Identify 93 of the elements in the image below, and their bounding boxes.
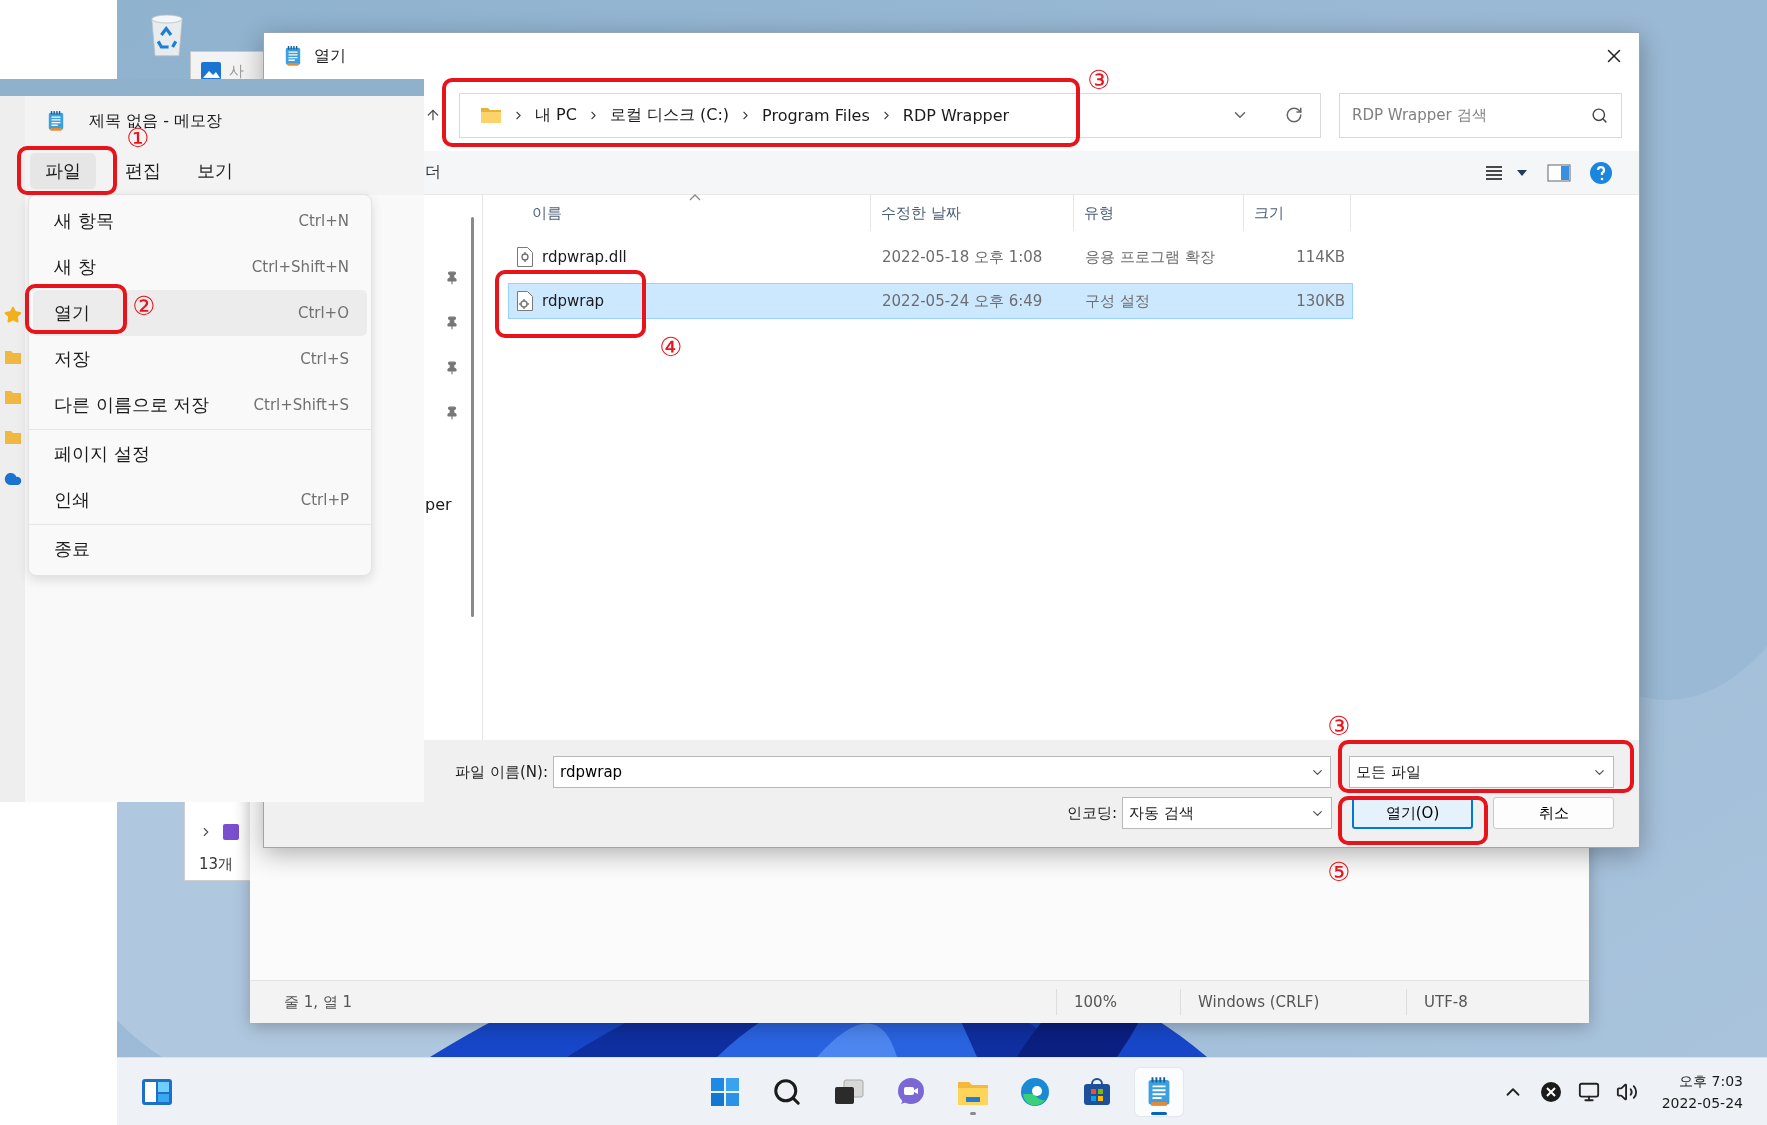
folder-icon [479, 106, 502, 124]
shortcut-text: Ctrl+P [300, 491, 349, 509]
notepad-icon [1146, 1075, 1172, 1108]
search-icon [1591, 106, 1608, 124]
sort-caret-icon [689, 193, 701, 201]
menu-item[interactable]: 다른 이름으로 저장 Ctrl+Shift+S [33, 382, 367, 428]
file-row[interactable]: rdpwrap 2022-05-24 오후 6:49 구성 설정 130KB [508, 283, 1353, 319]
table-cell-text: 2022-05-18 오후 1:08 [881, 247, 1044, 267]
help-button[interactable] [1589, 160, 1613, 185]
menu-label: 새 항목 [54, 209, 114, 233]
nav-item[interactable]: per [425, 495, 452, 514]
column-header[interactable]: 유형 [1074, 195, 1244, 231]
encoding-dropdown[interactable]: 자동 검색 [1122, 797, 1332, 829]
menu-label: 저장 [54, 347, 90, 371]
clock[interactable]: 오후 7:03 2022-05-24 [1661, 1069, 1743, 1114]
folder-icon [4, 430, 21, 444]
step-number: ④ [659, 334, 683, 360]
menu-item[interactable]: 파일 [30, 152, 96, 189]
pin-icon[interactable] [445, 360, 459, 375]
toolbar-button[interactable]: 더 [425, 162, 441, 183]
folder-icon [4, 390, 21, 404]
scrollbar[interactable] [471, 217, 474, 617]
document-icon [516, 246, 534, 268]
status-text: UTF-8 [1406, 989, 1589, 1015]
shortcut-text: Ctrl+Shift+S [253, 396, 349, 414]
search-field[interactable]: RDP Wrapper 검색 [1339, 92, 1622, 138]
menu-label: 종료 [54, 537, 90, 561]
shortcut-text: Ctrl+Shift+N [251, 258, 349, 276]
menu-item[interactable]: 인쇄 Ctrl+P [33, 477, 367, 523]
file-name: rdpwrap [542, 292, 605, 310]
file-name: rdpwrap.dll [542, 248, 627, 266]
window-title: 사 [229, 61, 244, 81]
table-cell-text: 응용 프로그램 확장 [1084, 247, 1216, 267]
menu-label: 인쇄 [54, 488, 90, 512]
file-name-field[interactable]: rdpwrap [553, 756, 1331, 788]
status-text: 13개 [199, 855, 235, 874]
file-type-dropdown[interactable]: 모든 파일 [1349, 756, 1614, 788]
folder-icon [4, 350, 21, 364]
column-header[interactable]: 수정한 날짜 [871, 195, 1074, 231]
task-view-icon [834, 1078, 864, 1105]
address-bar[interactable]: 내 PC 로컬 디스크 (C:) Program Files RDP Wrapper [458, 92, 1321, 138]
field-label: 인코딩: [1066, 803, 1117, 823]
store-icon [1082, 1076, 1112, 1107]
table-cell-text: 130KB [1295, 292, 1346, 310]
shortcut-text: Ctrl+O [297, 304, 349, 322]
document-icon [516, 290, 534, 312]
menu-item[interactable]: 종료 [33, 526, 367, 572]
step-number: ③ [1327, 713, 1351, 739]
image-icon [201, 62, 221, 80]
status-text: Windows (CRLF) [1180, 989, 1406, 1015]
menu-label: 다른 이름으로 저장 [54, 393, 210, 417]
window-title: 열기 [314, 45, 346, 67]
cloud-icon [3, 470, 22, 488]
column-header[interactable]: 이름 [508, 195, 871, 231]
menu-item[interactable]: 새 창 Ctrl+Shift+N [33, 244, 367, 290]
step-number: ⑤ [1327, 859, 1351, 885]
breadcrumb-item[interactable]: Program Files [762, 105, 870, 125]
menu-item[interactable]: 새 항목 Ctrl+N [33, 198, 367, 244]
pin-icon[interactable] [445, 315, 459, 330]
field-label: 파일 이름(N): [455, 762, 548, 782]
shortcut-text: Ctrl+N [298, 212, 349, 230]
search-icon [772, 1076, 802, 1107]
step-number: ② [132, 293, 156, 319]
breadcrumb-item[interactable]: RDP Wrapper [902, 105, 1010, 125]
notepad-icon [284, 45, 302, 67]
close-circle-icon[interactable] [1539, 1080, 1562, 1103]
breadcrumb-item[interactable]: 로컬 디스크 (C:) [609, 104, 730, 126]
app-icon [223, 824, 239, 840]
table-cell-text: 구성 설정 [1084, 291, 1151, 311]
menu-label: 새 창 [54, 255, 96, 279]
status-text: 줄 1, 열 1 [283, 992, 354, 1013]
file-row[interactable]: rdpwrap.dll 2022-05-18 오후 1:08 응용 프로그램 확장 114KB [508, 239, 1353, 275]
widgets-icon[interactable] [141, 1077, 173, 1106]
windows-logo-icon [710, 1076, 740, 1107]
star-icon [3, 306, 22, 324]
menu-item[interactable]: 저장 Ctrl+S [33, 336, 367, 382]
menu-label: 페이지 설정 [54, 442, 150, 466]
status-text: 100% [1056, 989, 1180, 1015]
menu-item[interactable]: 편집 [118, 152, 168, 189]
shortcut-text: Ctrl+S [300, 350, 349, 368]
column-header[interactable]: 크기 [1244, 195, 1351, 231]
browser-icon [1019, 1075, 1051, 1108]
step-number: ③ [1087, 67, 1111, 93]
menu-label: 열기 [54, 301, 90, 325]
pin-icon[interactable] [445, 270, 459, 285]
menu-item[interactable]: 페이지 설정 [33, 431, 367, 477]
pin-icon[interactable] [445, 405, 459, 420]
table-cell-text: 114KB [1295, 248, 1346, 266]
cancel-button[interactable]: 취소 [1493, 797, 1614, 829]
breadcrumb-item[interactable]: 내 PC [534, 104, 577, 126]
notepad-icon [47, 110, 65, 132]
menu-item[interactable]: 보기 [190, 152, 240, 189]
table-cell-text: 2022-05-24 오후 6:49 [881, 291, 1044, 311]
